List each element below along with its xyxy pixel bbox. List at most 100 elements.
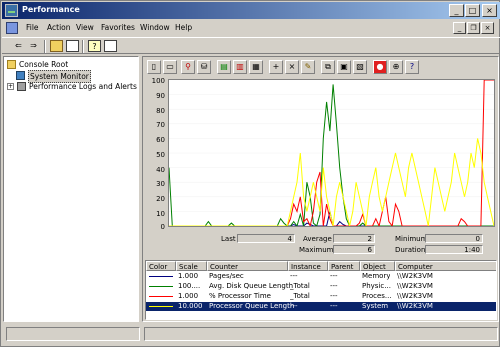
maximum-value: 6 xyxy=(333,245,375,254)
legend-cell-object: Memory xyxy=(362,272,391,280)
y-tick-label: 100 xyxy=(151,77,165,85)
legend-cell-counter: Avg. Disk Queue Length xyxy=(209,282,294,290)
copy-properties-icon[interactable]: ⧉ xyxy=(321,60,335,74)
y-tick-label: 70 xyxy=(156,121,165,129)
title-bar[interactable]: Performance _ □ × xyxy=(2,2,500,19)
forward-arrow-icon[interactable]: ⇒ xyxy=(27,40,40,52)
menu-window[interactable]: Window xyxy=(140,23,170,32)
legend-cell-instance: --- xyxy=(290,302,298,310)
statistics-bar: Last 4 Average 2 Minimum 0 Maximum 6 Dur… xyxy=(143,231,498,255)
legend-header: Color Scale Counter Instance Parent Obje… xyxy=(146,261,496,271)
expand-plus-icon[interactable]: + xyxy=(7,83,14,90)
column-header-color[interactable]: Color xyxy=(146,261,176,271)
view-graph-icon[interactable]: ▤ xyxy=(217,60,231,74)
highlight-icon[interactable]: ✎ xyxy=(301,60,315,74)
console-icon[interactable] xyxy=(6,22,18,34)
view-current-activity-icon[interactable]: ⚲ xyxy=(181,60,195,74)
performance-app-icon[interactable] xyxy=(5,4,18,17)
legend-cell-computer: \\W2K3VM xyxy=(397,282,433,290)
performance-graph[interactable] xyxy=(168,79,495,228)
last-value: 4 xyxy=(237,234,295,243)
legend-row[interactable]: 100.... Avg. Disk Queue Length _Total --- Ph… xyxy=(146,282,496,291)
counter-legend: Color Scale Counter Instance Parent Obje… xyxy=(145,260,497,320)
y-tick-label: 20 xyxy=(156,195,165,203)
freeze-display-icon[interactable]: ● xyxy=(373,60,387,74)
help-icon[interactable]: ? xyxy=(88,40,101,52)
menu-file[interactable]: File xyxy=(26,23,39,32)
column-header-computer[interactable]: Computer xyxy=(395,261,496,271)
back-arrow-icon[interactable]: ⇐ xyxy=(12,40,25,52)
legend-row[interactable]: 1.000 Pages/sec --- --- Memory \\W2K3VM xyxy=(146,272,496,281)
update-data-icon[interactable]: ⊕ xyxy=(389,60,403,74)
paste-counter-list-icon[interactable]: ▣ xyxy=(337,60,351,74)
y-tick-label: 10 xyxy=(156,210,165,218)
add-counter-icon[interactable]: + xyxy=(269,60,283,74)
column-header-instance[interactable]: Instance xyxy=(288,261,328,271)
legend-cell-counter: % Processor Time xyxy=(209,292,271,300)
legend-cell-parent: --- xyxy=(330,302,338,310)
status-bar xyxy=(2,324,500,346)
menu-view[interactable]: View xyxy=(76,23,94,32)
tree-item-label: Console Root xyxy=(19,60,69,69)
column-header-counter[interactable]: Counter xyxy=(207,261,288,271)
child-restore-button[interactable]: ❐ xyxy=(467,22,480,34)
legend-cell-instance: --- xyxy=(290,272,298,280)
color-swatch xyxy=(149,296,173,297)
y-tick-label: 50 xyxy=(156,151,165,159)
monitor-toolbar: ▯ ▭ ⚲ ⛁ ▤ ▥ ▦ + × ✎ ⧉ ▣ ▧ ● ⊕ ? xyxy=(143,57,498,77)
column-header-object[interactable]: Object xyxy=(360,261,395,271)
performance-logs-icon xyxy=(17,82,26,91)
delete-counter-icon[interactable]: × xyxy=(285,60,299,74)
legend-cell-object: System xyxy=(362,302,389,310)
y-tick-label: 80 xyxy=(156,107,165,115)
properties-icon[interactable]: ▧ xyxy=(353,60,367,74)
status-cell-right xyxy=(144,327,498,341)
y-tick-label: 40 xyxy=(156,166,165,174)
series-line xyxy=(168,84,494,228)
legend-cell-computer: \\W2K3VM xyxy=(397,292,433,300)
system-monitor-icon xyxy=(16,71,25,80)
chart-svg xyxy=(168,79,495,228)
legend-cell-counter: Pages/sec xyxy=(209,272,244,280)
menu-action[interactable]: Action xyxy=(47,23,71,32)
clear-display-icon[interactable]: ▭ xyxy=(163,60,177,74)
help-icon[interactable]: ? xyxy=(405,60,419,74)
close-button[interactable]: × xyxy=(482,4,497,17)
child-minimize-button[interactable]: _ xyxy=(453,22,466,34)
column-header-scale[interactable]: Scale xyxy=(176,261,207,271)
legend-cell-parent: --- xyxy=(330,272,338,280)
view-log-data-icon[interactable]: ⛁ xyxy=(197,60,211,74)
minimize-button[interactable]: _ xyxy=(449,4,464,17)
legend-row[interactable]: 10.000 Processor Queue Length --- --- System… xyxy=(146,302,496,311)
main-toolbar: ⇐ ⇒ ? xyxy=(2,37,500,54)
view-histogram-icon[interactable]: ▥ xyxy=(233,60,247,74)
y-tick-label: 60 xyxy=(156,136,165,144)
performance-window: Performance _ □ × File Action View Favor… xyxy=(0,0,500,347)
y-tick-label: 0 xyxy=(160,223,165,231)
menu-help[interactable]: Help xyxy=(175,23,192,32)
properties-icon[interactable] xyxy=(104,40,117,52)
color-swatch xyxy=(149,306,173,307)
maximize-button[interactable]: □ xyxy=(465,4,480,17)
window-title: Performance xyxy=(22,5,80,14)
menu-favorites[interactable]: Favorites xyxy=(101,23,135,32)
system-monitor-pane: ▯ ▭ ⚲ ⛁ ▤ ▥ ▦ + × ✎ ⧉ ▣ ▧ ● ⊕ ? 100 90 8… xyxy=(142,56,499,322)
y-tick-label: 90 xyxy=(156,92,165,100)
legend-cell-computer: \\W2K3VM xyxy=(397,272,433,280)
legend-cell-computer: \\W2K3VM xyxy=(397,302,433,310)
minimum-value: 0 xyxy=(425,234,483,243)
up-level-icon[interactable] xyxy=(50,40,63,52)
legend-cell-parent: --- xyxy=(330,282,338,290)
color-swatch xyxy=(149,286,173,287)
view-report-icon[interactable]: ▦ xyxy=(249,60,263,74)
legend-cell-instance: _Total xyxy=(290,282,310,290)
show-hide-tree-icon[interactable] xyxy=(66,40,79,52)
column-header-parent[interactable]: Parent xyxy=(328,261,360,271)
status-cell-left xyxy=(6,327,140,341)
duration-label: Duration xyxy=(395,246,426,254)
tree-item-label: Performance Logs and Alerts xyxy=(29,82,137,91)
new-counter-set-icon[interactable]: ▯ xyxy=(147,60,161,74)
legend-row[interactable]: 1.000 % Processor Time _Total --- Proces... \… xyxy=(146,292,496,301)
child-close-button[interactable]: × xyxy=(481,22,494,34)
color-swatch xyxy=(149,276,173,277)
